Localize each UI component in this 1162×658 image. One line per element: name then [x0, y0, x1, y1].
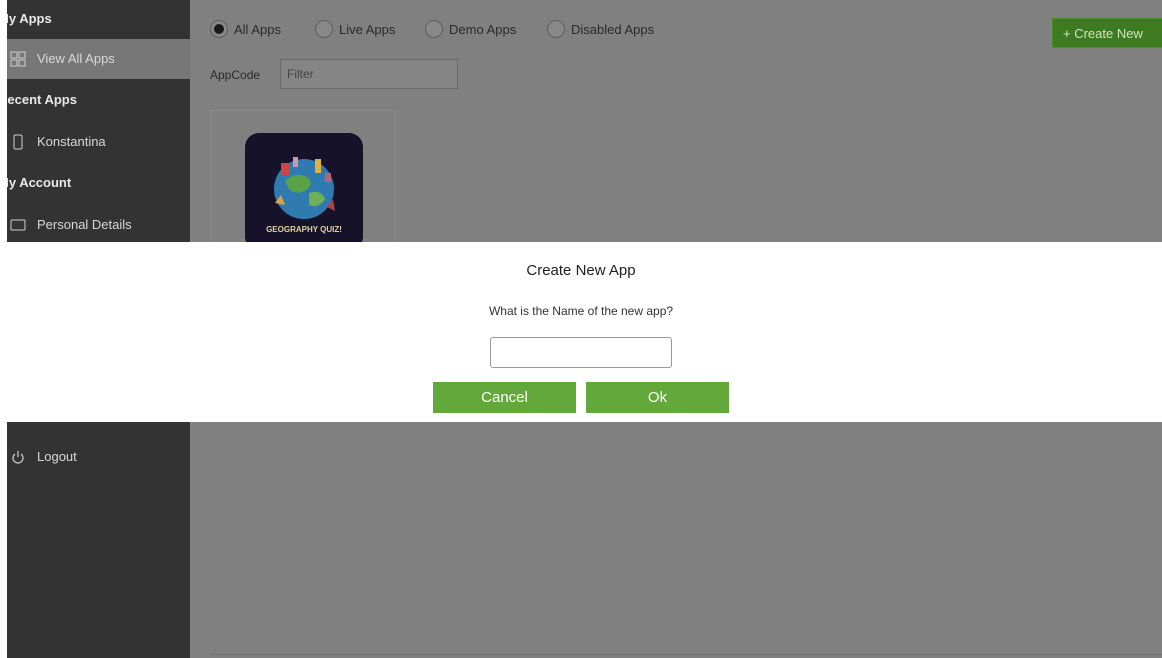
sidebar-header-my-account: My Account: [7, 175, 72, 190]
sidebar-item-label: View All Apps: [37, 51, 115, 66]
id-card-icon: [10, 219, 26, 231]
sidebar-item-view-all-apps[interactable]: View All Apps: [7, 39, 190, 79]
sidebar-item-label: Konstantina: [37, 134, 106, 149]
app-card[interactable]: GEOGRAPHY QUIZ!: [211, 110, 396, 251]
sidebar-item-label: Personal Details: [37, 217, 132, 232]
radio-unselected-icon: [425, 20, 443, 38]
appcode-label: AppCode: [210, 68, 261, 82]
dialog-question: What is the Name of the new app?: [488, 304, 674, 318]
sidebar-item-personal-details[interactable]: Personal Details: [7, 205, 190, 245]
radio-live-apps[interactable]: Live Apps: [315, 17, 395, 41]
sidebar-item-label: Logout: [37, 449, 77, 464]
grid-icon: [10, 51, 26, 67]
radio-disabled-apps[interactable]: Disabled Apps: [547, 17, 654, 41]
radio-selected-icon: [210, 20, 228, 38]
phone-icon: [13, 134, 23, 150]
sidebar-item-logout[interactable]: Logout: [7, 437, 190, 477]
sidebar-header-recent-apps: Recent Apps: [7, 92, 77, 107]
radio-unselected-icon: [315, 20, 333, 38]
cancel-button[interactable]: Cancel: [433, 382, 576, 413]
sidebar-header-my-apps: My Apps: [7, 11, 52, 26]
create-new-app-button[interactable]: + Create New: [1052, 18, 1162, 48]
content-bottom-border: [210, 654, 1162, 655]
app-icon-label: GEOGRAPHY QUIZ!: [266, 225, 342, 234]
radio-unselected-icon: [547, 20, 565, 38]
ok-button[interactable]: Ok: [586, 382, 729, 413]
power-icon: [12, 451, 24, 464]
radio-demo-apps[interactable]: Demo Apps: [425, 17, 516, 41]
sidebar-item-recent-app[interactable]: Konstantina: [7, 122, 190, 162]
create-app-dialog: Create New App What is the Name of the n…: [0, 242, 1162, 422]
appcode-filter-input[interactable]: [280, 59, 458, 89]
app-name-input[interactable]: [490, 337, 672, 368]
app-icon[interactable]: GEOGRAPHY QUIZ!: [245, 133, 363, 251]
dialog-title: Create New App: [526, 262, 636, 279]
radio-all-apps[interactable]: All Apps: [210, 17, 281, 41]
